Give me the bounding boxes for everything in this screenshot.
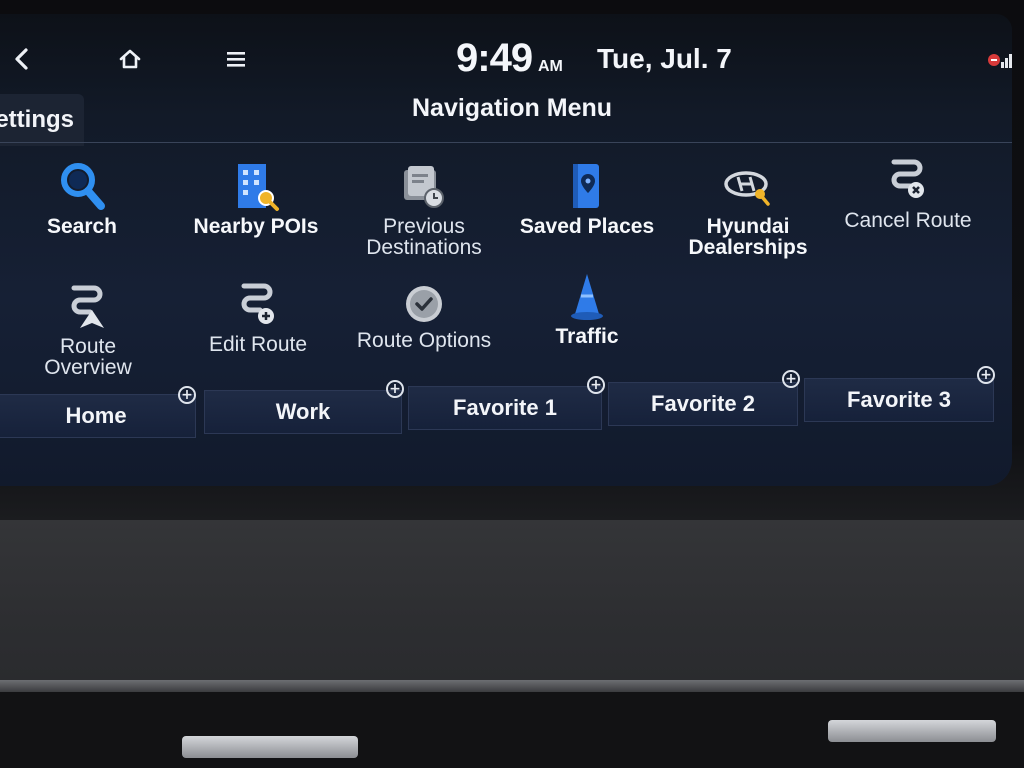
route-cancel-icon (882, 150, 934, 206)
menu-item-nearby-pois[interactable]: Nearby POIs (176, 156, 336, 274)
home-icon[interactable] (112, 44, 148, 74)
menu-item-previous-destinations[interactable]: Previous Destinations (344, 156, 504, 274)
air-vent (0, 692, 1024, 768)
favorite-work-button[interactable]: Work (204, 390, 402, 434)
tab-settings[interactable]: ettings (0, 94, 84, 146)
header-divider (0, 142, 1012, 143)
menu-item-label: Hyundai Dealerships (688, 215, 808, 259)
menu-item-label: Edit Route (208, 333, 308, 356)
date-display: Tue, Jul. 7 (597, 43, 732, 74)
dashboard-trim (0, 680, 1024, 692)
chevron-left-icon[interactable] (6, 44, 36, 74)
add-favorite-3-icon[interactable]: + (977, 366, 995, 384)
add-favorite-2-icon[interactable]: + (782, 370, 800, 388)
vent-slider-right (828, 720, 996, 742)
display-bezel: 9:49 AM Tue, Jul. 7 ettings Navigation M… (0, 0, 1024, 520)
traffic-cone-icon (561, 266, 613, 322)
menu-item-traffic[interactable]: Traffic (507, 266, 667, 384)
menu-item-label: Traffic (555, 325, 619, 348)
route-add-icon (232, 274, 284, 330)
clock-time: 9:49 (456, 36, 533, 80)
vent-slider-left (182, 736, 358, 758)
menu-item-label: Nearby POIs (193, 215, 319, 238)
history-folder-icon (398, 156, 450, 212)
page-title: Navigation Menu (412, 94, 613, 122)
building-search-icon (230, 156, 282, 212)
clock-ampm: AM (538, 58, 563, 75)
menu-item-label: Search (46, 215, 118, 238)
favorite-2-button[interactable]: Favorite 2 (608, 382, 798, 426)
add-favorite-1-icon[interactable]: + (587, 376, 605, 394)
add-favorite-work-icon[interactable]: + (386, 380, 404, 398)
infotainment-screen: 9:49 AM Tue, Jul. 7 ettings Navigation M… (0, 14, 1012, 486)
saved-places-book-icon (561, 156, 613, 212)
menu-item-hyundai-dealerships[interactable]: Hyundai Dealerships (668, 156, 828, 274)
menu-item-search[interactable]: Search (2, 156, 162, 274)
add-favorite-home-icon[interactable]: + (178, 386, 196, 404)
menu-item-cancel-route[interactable]: Cancel Route (828, 150, 988, 268)
hyundai-logo-search-icon (722, 156, 774, 212)
menu-item-label: Route Overview (44, 335, 132, 379)
favorites-bar: Home + Work + Favorite 1 + Favorite 2 + … (0, 366, 1000, 438)
menu-item-label: Previous Destinations (366, 215, 482, 259)
route-overview-icon (62, 276, 114, 332)
menu-item-route-options[interactable]: Route Options (344, 270, 504, 388)
menu-item-label: Saved Places (519, 215, 655, 238)
favorite-3-button[interactable]: Favorite 3 (804, 378, 994, 422)
status-bar: 9:49 AM Tue, Jul. 7 (0, 14, 1012, 104)
magnifier-icon (56, 156, 108, 212)
favorite-1-button[interactable]: Favorite 1 (408, 386, 602, 430)
hamburger-menu-icon[interactable] (220, 44, 252, 74)
signal-strength-icon (984, 48, 1012, 70)
checkmark-circle-icon (398, 270, 450, 326)
menu-item-label: Cancel Route (844, 209, 972, 232)
favorite-home-button[interactable]: Home (0, 394, 196, 438)
menu-item-label: Route Options (356, 329, 492, 352)
menu-item-saved-places[interactable]: Saved Places (507, 156, 667, 274)
